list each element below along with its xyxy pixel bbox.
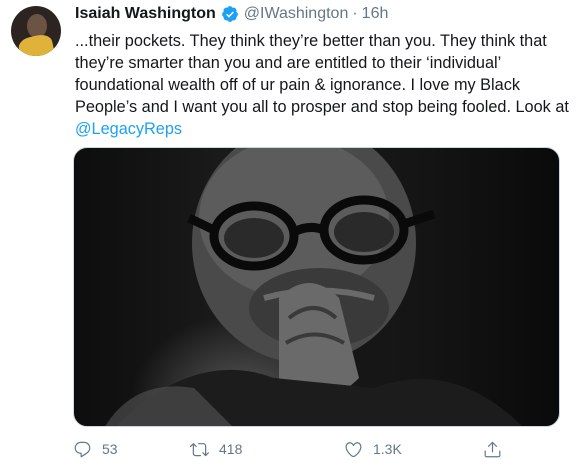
retweet-button[interactable]: 418 — [190, 437, 242, 461]
retweet-icon — [190, 442, 209, 456]
like-icon — [345, 441, 362, 457]
reply-icon — [74, 441, 91, 457]
header-separator: · — [352, 5, 358, 22]
retweet-count: 418 — [219, 441, 243, 457]
tweet-timestamp[interactable]: 16h — [362, 5, 389, 23]
like-count: 1.3K — [373, 441, 402, 457]
share-button[interactable] — [483, 437, 512, 461]
tweet-text-line: they’re smarter than you and are entitle… — [75, 54, 502, 72]
share-icon — [484, 441, 501, 457]
reply-count: 53 — [102, 441, 118, 457]
reply-button[interactable]: 53 — [73, 437, 118, 461]
tweet-text-line: foundational wealth off of ur pain & ign… — [75, 76, 520, 94]
tweet-actions: 53 418 1.3K — [73, 437, 503, 461]
tweet-text: ...their pockets. They think they’re bet… — [75, 30, 580, 140]
like-button[interactable]: 1.3K — [344, 437, 402, 461]
tweet-text-line: ...their pockets. They think they’re bet… — [75, 32, 547, 50]
tweet-text-line: People’s and I want you all to prosper a… — [75, 98, 569, 116]
tweet-photo[interactable] — [73, 147, 560, 427]
tweet: Isaiah Washington @IWashington · 16h ...… — [0, 0, 587, 469]
verified-badge-icon — [221, 5, 239, 23]
mention-link[interactable]: @LegacyReps — [75, 118, 580, 140]
author-name[interactable]: Isaiah Washington — [75, 5, 216, 23]
avatar-scarf — [17, 32, 55, 56]
avatar[interactable] — [11, 6, 61, 56]
tweet-header: Isaiah Washington @IWashington · 16h — [75, 3, 388, 25]
author-handle[interactable]: @IWashington — [244, 5, 349, 23]
photo-portrait — [105, 148, 522, 426]
